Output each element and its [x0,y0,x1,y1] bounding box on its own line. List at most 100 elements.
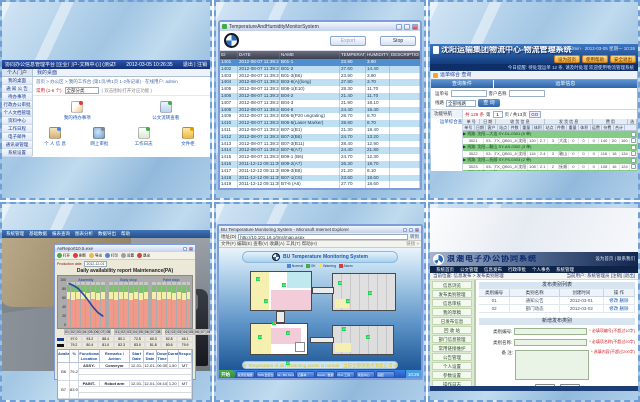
table-row[interactable]: 1403 2012-08-07 11:39:20 B01-3(B6) 23.90… [220,73,420,80]
table-row[interactable]: 1402 2012-08-07 11:39:20 B01-2 27.60 14.… [220,66,420,73]
stacked-bar[interactable] [187,282,191,327]
table-row[interactable]: 1413 2012-08-07 11:39:20 B07-3(B11) 28.4… [220,141,420,148]
portal-sidebar-item[interactable]: 个人文档管理 [2,109,32,117]
nav-item[interactable]: 行政审批 [508,267,526,272]
launcher-cabinet[interactable]: 文件柜 [168,127,208,147]
sensor-marker[interactable]: 25 [338,281,342,285]
table-row[interactable]: 1405 2012-08-07 11:39:20 B08-1(E10) 28.3… [220,86,420,93]
sidebar-item[interactable]: 回 收 站 [432,326,472,334]
taskbar-button[interactable]: TMS 监控台 [256,371,275,378]
table-row[interactable]: 1404 2012-08-07 11:39:20 B03-6(A)(long) … [220,79,420,86]
portal-sidebar-item[interactable]: 行政办公审批 [2,101,32,109]
route-select[interactable]: 全部线路 [446,100,476,107]
maximize-button[interactable] [404,24,410,30]
launcher-todo[interactable]: 我的待办事项 [52,101,102,121]
portal-sidebar-item[interactable]: 电子邮件 [2,133,32,141]
portal-sidebar-item[interactable]: 通 知 公 告 [2,85,32,93]
close-button[interactable] [415,228,419,232]
search-button[interactable]: 查 询 [478,99,500,107]
sensor-marker[interactable]: 23 [366,335,370,339]
export-button[interactable]: Export [330,36,366,46]
col-header[interactable]: ID [220,51,238,59]
portal-side-header[interactable]: 个人门户 [2,69,33,76]
user-session-info[interactable]: 当前用户: 系统管理员 [注销] [退出] [566,273,635,278]
start-button[interactable]: 开始 [219,370,235,379]
table-row[interactable]: 1416 2011-12-12 09:11:39 B09-2(A7) 26.30… [220,161,420,168]
table-row[interactable]: 1412 2012-08-07 11:39:20 B07-2(B6) 24.70… [220,134,420,141]
menu-item[interactable]: 系统管理 [6,231,24,236]
toolbar-button[interactable]: 导出 [89,253,102,258]
toolbar-button[interactable]: 刷新 [73,253,86,258]
minimize-button[interactable] [403,228,407,232]
sensor-marker[interactable]: 24 [342,327,346,331]
stacked-bar[interactable] [182,282,186,327]
building-2[interactable] [332,273,396,311]
portal-sidebar-item[interactable]: 通讯录管理 [2,141,32,149]
menu-item[interactable]: 基础数据 [29,231,47,236]
taskbar-button[interactable]: IE - BU Temp... [276,371,295,378]
toolbar-button[interactable]: 设置 [121,253,134,258]
table-row[interactable]: 1408 2012-08-07 11:39:20 B04-6 24.40 15.… [220,107,420,114]
taskbar-button[interactable]: Excel - 数据 [316,371,335,378]
nav-item[interactable]: 个人事务 [532,267,550,272]
go-button[interactable]: GO [529,111,541,118]
stacked-bar[interactable] [109,282,113,327]
go-button[interactable]: 转到 [410,234,419,239]
menu-item[interactable]: 帮助 [121,231,130,236]
nav-item[interactable]: 信息发布 [484,267,502,272]
logistics-tab[interactable]: 运单综合 查询 [440,72,471,78]
quick-button[interactable]: 安全退出 [610,55,636,63]
taskbar-button[interactable]: 消息中心 [356,371,375,378]
tree-item[interactable]: · 运单综合查询(当日) [434,118,462,126]
stop-button[interactable]: Stop [380,36,416,46]
taskbar-button[interactable]: 记事本 [296,371,315,378]
sensor-marker[interactable]: 31 [272,321,276,325]
category-name-input[interactable] [514,339,587,346]
col-header[interactable]: DESCRIPTION [390,51,420,59]
stacked-bar[interactable] [119,282,123,327]
col-header[interactable]: NAME [280,51,340,59]
table-row[interactable]: 1417 2011-12-12 09:11:39 B09-3(B8) 21.20… [220,168,420,175]
sensor-marker[interactable]: 23 [258,335,262,339]
portal-tab-desktop[interactable]: 我的桌面 [33,69,61,76]
stacked-bar[interactable] [144,282,148,327]
waybill-no-input[interactable] [451,90,487,97]
table-row[interactable]: 1409 2012-08-07 11:39:20 B06-5(P20 ungra… [220,113,420,120]
maximize-button[interactable] [409,228,413,232]
launcher-profile[interactable]: 个 人 信 息 [35,127,75,147]
table-row[interactable]: 1418 2011-12-12 09:11:39 B07-1(C6) 23.60… [220,175,420,182]
table-row[interactable]: 1414 2012-08-07 11:39:20 B07-6(A7) 24.40… [220,147,420,154]
taskbar-button[interactable]: 资源管理器 [236,371,255,378]
table-row[interactable]: 01 通知公告 2012-03-01 修改 删除 [479,297,635,305]
sensor-marker[interactable]: 23 [368,291,372,295]
stacked-bar[interactable] [167,282,171,327]
stacked-bar[interactable] [134,282,138,327]
portal-exit-link[interactable]: 退出 | 注销 [183,62,207,68]
col-header[interactable]: TEMPERATURE [340,51,366,59]
taskbar-button[interactable]: PLC 工具 [336,371,355,378]
system-tray-clock[interactable]: 10:26 [405,370,421,379]
category-id-input[interactable] [514,328,587,335]
sensor-marker[interactable]: 24 [286,361,290,365]
stacked-bar[interactable] [129,282,133,327]
portal-category-select[interactable]: 全部分类 [65,87,99,94]
toolbar-button[interactable]: 打印 [105,253,118,258]
portal-sidebar-item[interactable]: 待办事项 [2,93,32,101]
address-input[interactable]: http://10.101.16.1/tms/map.aspx [238,234,408,240]
launcher-journal[interactable]: 工作日志 [124,127,164,147]
nav-item[interactable]: 系统管理 [556,267,574,272]
table-row[interactable]: 1419 2011-12-12 09:11:39 B7-6 (A6) 27.70… [220,181,420,188]
toolbar-button[interactable]: 打开 [57,253,70,258]
cell-actions[interactable]: 修改 删除 [604,305,635,313]
sensor-marker[interactable]: 23 [256,277,260,281]
sidebar-item[interactable]: 已发布信息 [432,317,472,325]
row-checkbox[interactable] [630,170,637,171]
menu-item[interactable]: 报表查询 [52,231,70,236]
stacked-bar[interactable] [172,282,176,327]
table-row[interactable]: 1410 2012-08-07 11:39:20 B06-6(Laser Mar… [220,120,420,127]
stacked-bar[interactable] [152,282,156,327]
sidebar-item[interactable]: 参数设置 [432,371,472,379]
sensor-marker[interactable]: 24 [346,299,350,303]
stacked-bar[interactable] [114,282,118,327]
stacked-bar[interactable] [124,282,128,327]
